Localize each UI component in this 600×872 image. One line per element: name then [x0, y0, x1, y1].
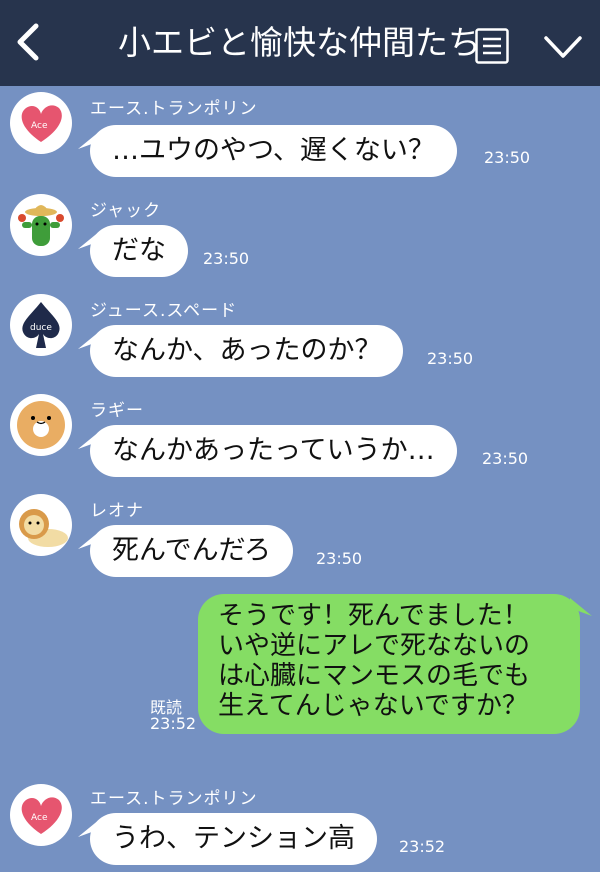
message-bubble[interactable]: 死んでんだろ [78, 525, 294, 577]
message-time: 23:50 [203, 249, 250, 268]
sender-name: ジュース.スペード [90, 301, 238, 321]
svg-text:Ace: Ace [31, 813, 48, 823]
lion-avatar-icon[interactable] [10, 494, 72, 556]
message-time: 23:50 [482, 449, 529, 468]
sender-name: エース.トランポリン [90, 99, 258, 119]
message-time: 23:50 [427, 349, 474, 368]
message-text: なんか、あったのか？ [112, 335, 382, 366]
message-text: 死んでんだろ [112, 535, 272, 566]
message-bubble[interactable]: うわ、テンション高 [78, 813, 377, 865]
svg-text:duce: duce [30, 323, 52, 333]
message-text: うわ、テンション高 [112, 823, 355, 854]
chat-title: 小エビと愉快な仲間たち [118, 23, 478, 62]
heart-avatar-icon[interactable]: Ace [10, 784, 72, 846]
message-text: …ユウのやつ、遅くない？ [112, 135, 435, 166]
message-time: 23:52 [399, 837, 446, 856]
my-message-line: は心臓にマンモスの毛でも [218, 661, 531, 691]
message-text: なんかあったっていうか… [112, 435, 435, 466]
my-message-bubble[interactable]: そうです！死んでました！ いや逆にアレで死なないの は心臓にマンモスの毛でも 生… [198, 594, 592, 734]
spade-avatar-icon[interactable]: duce [10, 294, 72, 356]
message-bubble[interactable]: なんかあったっていうか… [78, 425, 457, 477]
menu-icon[interactable] [475, 28, 509, 64]
sender-name: エース.トランポリン [90, 789, 258, 809]
svg-text:Ace: Ace [31, 121, 48, 131]
message-text: だな [112, 235, 166, 266]
back-arrow-icon[interactable] [10, 22, 46, 62]
my-message-line: いや逆にアレで死なないの [218, 631, 531, 661]
sender-name: レオナ [90, 501, 144, 521]
message-bubble[interactable]: なんか、あったのか？ [78, 325, 404, 377]
message-bubble[interactable]: だな [78, 225, 188, 277]
message-time: 23:50 [316, 549, 363, 568]
sender-name: ラギー [90, 401, 144, 421]
sender-name: ジャック [90, 201, 162, 221]
donut-avatar-icon[interactable] [10, 394, 72, 456]
chat-header: 小エビと愉快な仲間たち [0, 0, 600, 86]
message-time: 23:50 [484, 148, 531, 167]
message-bubble[interactable]: …ユウのやつ、遅くない？ [78, 125, 457, 177]
heart-avatar-icon[interactable]: Ace [10, 92, 72, 154]
my-message-line: そうです！死んでました！ [218, 601, 529, 631]
cactus-avatar-icon[interactable] [10, 194, 72, 256]
my-message-line: 生えてんじゃないですか？ [218, 691, 528, 721]
message-time: 23:52 [150, 714, 197, 733]
chevron-down-icon[interactable] [542, 32, 584, 62]
